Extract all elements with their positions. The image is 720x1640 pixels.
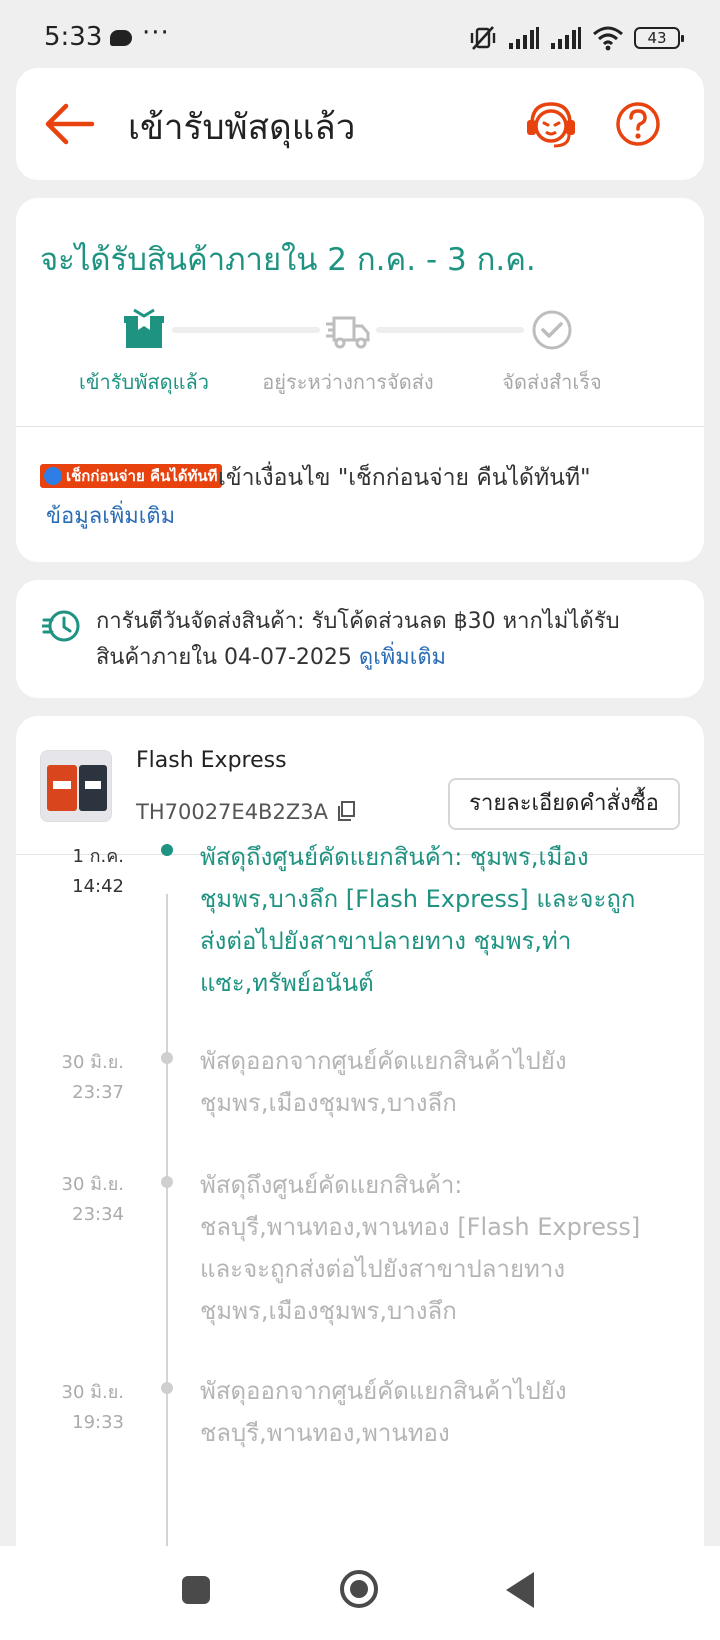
product-thumbnail [40, 750, 112, 822]
progress-segment [172, 327, 320, 333]
tracking-card: Flash Express TH70027E4B2Z3A รายละเอียดค… [16, 716, 704, 1576]
timeline-dot [161, 1176, 173, 1188]
event-time: 23:37 [72, 1082, 124, 1103]
tracking-number: TH70027E4B2Z3A [136, 800, 328, 824]
see-more-link[interactable]: ดูเพิ่มเติม [359, 645, 446, 670]
back-arrow-icon[interactable] [42, 100, 98, 148]
package-icon [120, 306, 168, 354]
chat-icon [110, 30, 132, 46]
help-icon[interactable] [614, 100, 662, 148]
event-date: 30 มิ.ย. [61, 1052, 124, 1073]
delivery-guarantee-card: การันตีวันจัดส่งสินค้า: รับโค้ดส่วนลด ฿3… [16, 580, 704, 698]
event-description: พัสดุออกจากศูนย์คัดแยกสินค้าไปยัง ชลบุรี… [200, 1377, 567, 1447]
event-time: 23:34 [72, 1204, 124, 1225]
event-description: พัสดุถึงศูนย์คัดแยกสินค้า: ชุมพร,เมืองชุ… [200, 843, 636, 997]
event-description: พัสดุออกจากศูนย์คัดแยกสินค้าไปยัง ชุมพร,… [200, 1047, 567, 1117]
page-title: เข้ารับพัสดุแล้ว [128, 108, 356, 148]
event-date: 30 มิ.ย. [61, 1382, 124, 1403]
check-before-pay-text: เข้าเงื่อนไข "เช็กก่อนจ่าย คืนได้ทันที" [218, 465, 591, 491]
header: เข้ารับพัสดุแล้ว [16, 68, 704, 180]
divider [16, 426, 704, 427]
home-icon[interactable] [340, 1570, 378, 1608]
fast-clock-icon [40, 606, 82, 646]
battery-icon: 43 [634, 27, 684, 49]
recent-apps-icon[interactable] [182, 1576, 210, 1604]
signal-icon [508, 26, 540, 50]
status-bar: 5:33 ··· 43 [0, 0, 720, 72]
timeline-line [166, 894, 168, 1576]
order-details-button[interactable]: รายละเอียดคำสั่งซื้อ [448, 778, 680, 830]
delivery-status-card: จะได้รับสินค้าภายใน 2 ก.ค. - 3 ก.ค. เข้า… [16, 198, 704, 562]
copy-icon[interactable] [336, 800, 356, 822]
more-notifications-icon: ··· [142, 18, 170, 48]
support-agent-icon[interactable] [522, 98, 580, 152]
mute-vibrate-icon [468, 23, 498, 53]
carrier-name: Flash Express [136, 748, 287, 773]
badge-label: เช็กก่อนจ่าย คืนได้ทันที [66, 467, 218, 485]
truck-icon [324, 306, 372, 354]
step-label-delivered: จัดส่งสำเร็จ [502, 370, 602, 394]
guarantee-text: การันตีวันจัดส่งสินค้า: รับโค้ดส่วนลด ฿3… [96, 604, 656, 676]
event-date: 1 ก.ค. [72, 846, 124, 867]
wifi-icon [592, 25, 624, 51]
signal-icon [550, 26, 582, 50]
event-time: 19:33 [72, 1412, 124, 1433]
step-label-picked-up: เข้ารับพัสดุแล้ว [79, 370, 209, 394]
system-nav-bar [0, 1546, 720, 1640]
timeline-dot [161, 844, 173, 856]
event-description: พัสดุถึงศูนย์คัดแยกสินค้า: ชลบุรี,พานทอง… [200, 1171, 641, 1325]
clock: 5:33 [44, 22, 103, 52]
more-info-link[interactable]: ข้อมูลเพิ่มเติม [46, 498, 175, 533]
refresh-icon [44, 467, 62, 485]
back-triangle-icon[interactable] [506, 1572, 534, 1608]
check-before-pay-badge: เช็กก่อนจ่าย คืนได้ทันที [40, 464, 222, 488]
step-label-in-transit: อยู่ระหว่างการจัดส่ง [262, 370, 434, 394]
event-time: 14:42 [72, 876, 124, 897]
guarantee-description: การันตีวันจัดส่งสินค้า: รับโค้ดส่วนลด ฿3… [96, 609, 620, 670]
check-circle-icon [528, 306, 576, 354]
estimated-delivery: จะได้รับสินค้าภายใน 2 ก.ค. - 3 ก.ค. [40, 242, 536, 278]
timeline-dot [161, 1382, 173, 1394]
event-date: 30 มิ.ย. [61, 1174, 124, 1195]
timeline-dot [161, 1052, 173, 1064]
progress-segment [376, 327, 524, 333]
